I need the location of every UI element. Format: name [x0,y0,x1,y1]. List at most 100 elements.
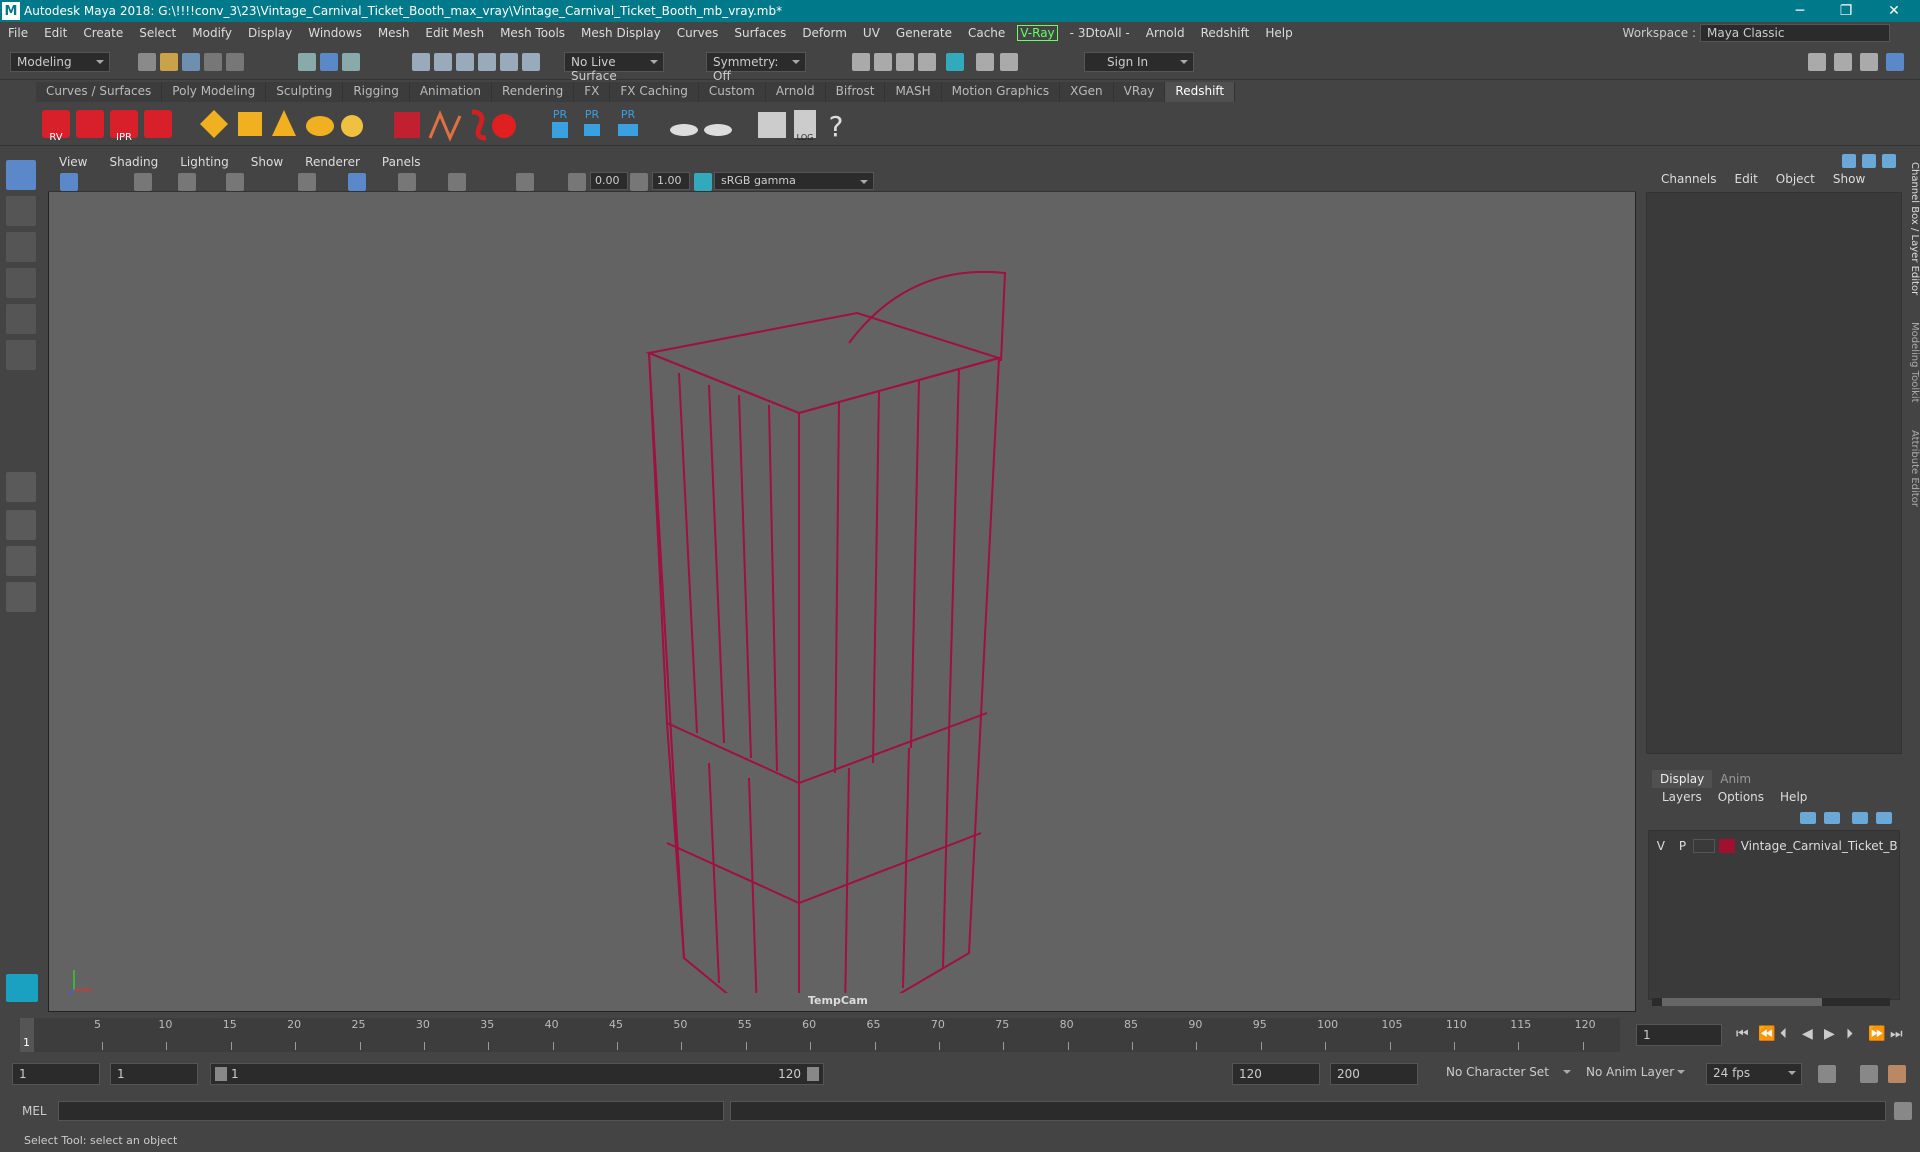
select-hierarchy-icon[interactable] [298,53,316,71]
play-forwards-icon[interactable]: ▶ [1824,1026,1835,1042]
layer-visibility-toggle[interactable]: V [1650,839,1672,853]
snap-pivot-icon[interactable] [522,53,540,71]
paint-select-icon[interactable] [6,232,36,262]
xray-icon[interactable] [398,173,416,191]
start-time-field[interactable]: 1 [12,1063,100,1085]
channel-list[interactable] [1646,192,1902,754]
shelf-tab-fx[interactable]: FX [574,82,611,102]
menu-generate[interactable]: Generate [888,26,960,40]
menu-3dtoall[interactable]: - 3DtoAll - [1062,26,1138,40]
menu-redshift[interactable]: Redshift [1193,26,1258,40]
rs-script-icon[interactable] [758,112,786,138]
channel-box-icon[interactable] [1886,53,1904,71]
layer-type-toggle[interactable] [1693,839,1715,853]
menu-mesh-display[interactable]: Mesh Display [573,26,669,40]
rs-bake-set-icon[interactable] [704,124,732,136]
character-controls-icon[interactable] [1834,53,1852,71]
shelf-tab-xgen[interactable]: XGen [1060,82,1114,102]
tab-display[interactable]: Display [1652,770,1713,788]
open-scene-icon[interactable] [160,53,178,71]
range-start-handle[interactable] [215,1067,227,1081]
rs-material-ball-icon[interactable] [492,114,516,138]
go-to-start-icon[interactable]: ⏮ [1736,1026,1749,1042]
ipr-render-icon[interactable] [896,53,914,71]
attribute-editor-icon[interactable] [1860,53,1878,71]
snap-surface-icon[interactable] [500,53,518,71]
play-backwards-icon[interactable]: ◀ [1802,1026,1813,1042]
end-time-field[interactable]: 120 [1232,1063,1320,1085]
menu-curves[interactable]: Curves [669,26,727,40]
side-tab-modeling-toolkit[interactable]: Modeling Toolkit [1906,322,1920,403]
lasso-tool-icon[interactable] [6,196,36,226]
menu-arnold[interactable]: Arnold [1138,26,1193,40]
isolate-select-icon[interactable] [448,173,466,191]
select-tool-icon[interactable] [6,160,36,190]
grid-toggle-icon[interactable] [226,173,244,191]
shelf-tab-rigging[interactable]: Rigging [343,82,410,102]
menu-cache[interactable]: Cache [960,26,1013,40]
save-scene-icon[interactable] [182,53,200,71]
anim-layer-select[interactable]: No Anim Layer [1580,1063,1690,1085]
move-layer-up-icon[interactable] [1800,812,1816,824]
rs-sun-light-icon[interactable] [341,115,363,137]
menu-select[interactable]: Select [131,26,184,40]
hypershade-icon[interactable] [946,53,964,71]
channel-box-settings-icon[interactable] [1842,154,1856,168]
range-end-handle[interactable] [807,1067,819,1081]
shelf-tab-custom[interactable]: Custom [698,82,766,102]
redo-icon[interactable] [226,53,244,71]
four-view-icon[interactable] [6,510,36,540]
range-slider[interactable]: 1 120 [210,1063,824,1085]
close-button[interactable]: ✕ [1874,0,1914,22]
anim-start-field[interactable]: 1 [110,1063,198,1085]
move-tool-icon[interactable] [6,268,36,298]
gamma-field[interactable]: 1.00 [652,172,690,190]
side-tab-attribute-editor[interactable]: Attribute Editor [1906,430,1920,507]
rs-spot-light-icon[interactable] [272,110,296,136]
anim-end-field[interactable]: 200 [1330,1063,1418,1085]
mel-label[interactable]: MEL [22,1104,47,1118]
render-view-icon[interactable] [976,53,994,71]
layer-menu-options[interactable]: Options [1710,790,1772,804]
live-surface-field[interactable]: No Live Surface [564,52,664,83]
rs-area-light-icon[interactable] [200,110,228,138]
render-sequence-icon[interactable] [874,53,892,71]
shelf-tab-fx-caching[interactable]: FX Caching [610,82,699,102]
step-forward-icon[interactable]: ⏩ [1868,1026,1885,1042]
move-layer-down-icon[interactable] [1824,812,1840,824]
new-layer-icon[interactable] [1852,812,1868,824]
rs-pr-sequence-icon[interactable]: PR [618,108,638,136]
channel-box-help-icon[interactable] [1862,154,1876,168]
scale-tool-icon[interactable] [6,340,36,370]
rs-settings-icon[interactable] [144,110,172,138]
rs-help-icon[interactable]: ? [829,110,844,143]
snap-view-icon[interactable] [478,53,496,71]
exposure-field[interactable]: 0.00 [590,172,628,190]
character-set-select[interactable]: No Character Set [1440,1063,1576,1085]
render-settings-icon[interactable] [918,53,936,71]
menu-edit-mesh[interactable]: Edit Mesh [417,26,492,40]
ticket-booth-wireframe[interactable] [609,243,1089,993]
rs-ipr-icon[interactable]: IPR [110,110,138,143]
smooth-shade-icon[interactable] [348,173,366,191]
layer-menu-help[interactable]: Help [1772,790,1815,804]
layer-playback-toggle[interactable]: P [1672,839,1694,853]
new-scene-icon[interactable] [138,53,156,71]
animation-prefs-icon[interactable] [1888,1065,1906,1083]
camera-select-icon[interactable] [60,173,78,191]
menu-windows[interactable]: Windows [300,26,370,40]
bookmark-icon[interactable] [134,173,152,191]
snap-point-icon[interactable] [456,53,474,71]
layer-color-swatch[interactable] [1718,839,1735,853]
menu-create[interactable]: Create [75,26,131,40]
shelf-tab-sculpting[interactable]: Sculpting [266,82,344,102]
snap-grid-icon[interactable] [412,53,430,71]
script-editor-icon[interactable] [1894,1102,1912,1120]
menu-modify[interactable]: Modify [184,26,240,40]
shelf-tab-bifrost[interactable]: Bifrost [825,82,886,102]
layer-menu-layers[interactable]: Layers [1654,790,1710,804]
shelf-tab-redshift[interactable]: Redshift [1165,82,1236,102]
shelf-tab-mash[interactable]: MASH [885,82,942,102]
new-layer-selected-icon[interactable] [1876,812,1892,824]
menu-deform[interactable]: Deform [794,26,855,40]
